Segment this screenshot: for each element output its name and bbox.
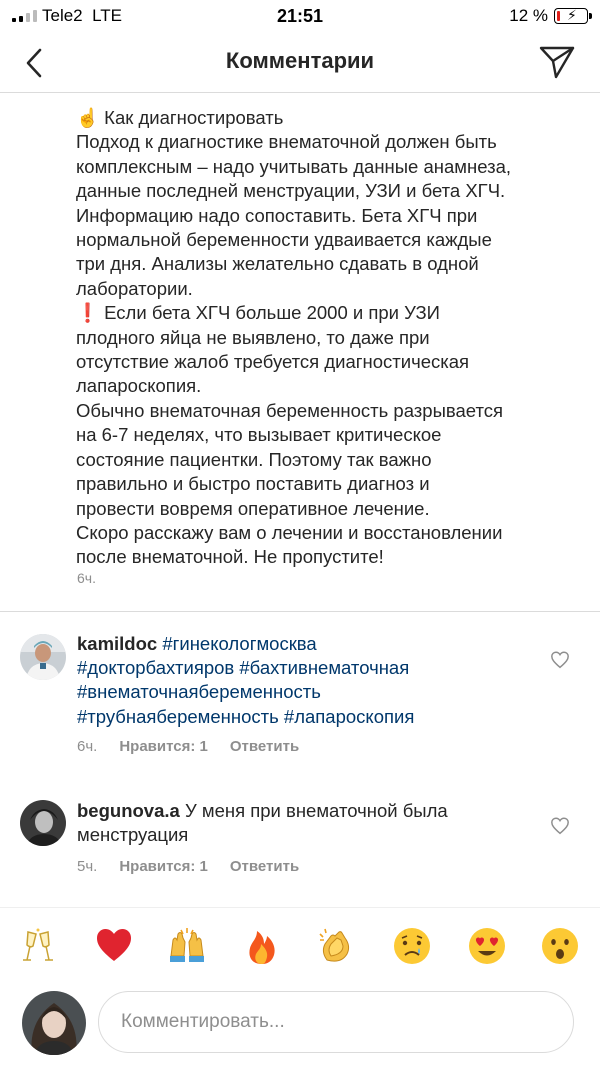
likes-count[interactable]: Нравится: 1 bbox=[119, 738, 208, 755]
user-avatar-image bbox=[20, 800, 66, 846]
current-user-avatar-image bbox=[22, 991, 86, 1055]
like-heart-icon[interactable] bbox=[550, 817, 570, 835]
page-title: Комментарии bbox=[225, 48, 375, 73]
fire-icon[interactable] bbox=[242, 926, 282, 966]
caption-line: на 6-7 неделях, что вызывает критическое bbox=[76, 424, 442, 446]
caption-line: нормальной беременности удваивается кажд… bbox=[76, 229, 492, 251]
comment-input[interactable] bbox=[119, 992, 563, 1052]
hashtag-link[interactable]: #бахтивнематочная bbox=[239, 657, 409, 678]
battery-icon: ⚡ bbox=[554, 7, 592, 24]
comment-meta: 5ч. Нравится: 1 Ответить bbox=[77, 858, 299, 875]
caption-line: Скоро расскажу вам о лечении и восстанов… bbox=[76, 521, 503, 543]
caption-line: после внематочной. Не пропустите! bbox=[76, 546, 384, 568]
avatar[interactable] bbox=[20, 634, 66, 680]
caption-line: провести вовремя оперативное лечение. bbox=[76, 497, 430, 519]
post-caption: ☝️ Как диагностировать Подход к диагност… bbox=[76, 106, 586, 570]
crying-face-icon[interactable] bbox=[392, 926, 432, 966]
current-user-avatar bbox=[22, 991, 86, 1055]
comment-username[interactable]: kamildoc bbox=[77, 633, 157, 654]
emoji-quick-bar bbox=[0, 907, 600, 986]
status-bar: Tele2 LTE 21:51 12 % ⚡ bbox=[0, 0, 600, 34]
caption-line: ❗ Если бета ХГЧ больше 2000 и при УЗИ bbox=[76, 302, 440, 324]
caption-line: правильно и быстро поставить диагноз и bbox=[76, 473, 430, 495]
clapping-hands-icon[interactable] bbox=[317, 926, 357, 966]
comment-body: У меня при внематочной была bbox=[184, 800, 448, 821]
comment-composer bbox=[98, 991, 574, 1053]
caption-line: Обычно внематочная беременность разрывае… bbox=[76, 399, 503, 421]
caption-line: лаборатории. bbox=[76, 277, 193, 299]
battery-percent: 12 % bbox=[509, 6, 548, 25]
caption-line: состояние пациентки. Поэтому так важно bbox=[76, 448, 432, 470]
surprised-face-icon[interactable] bbox=[540, 926, 580, 966]
caption-line: лапароскопия. bbox=[76, 375, 202, 397]
raising-hands-icon[interactable] bbox=[167, 926, 207, 966]
hashtag-link[interactable]: #докторбахтияров bbox=[77, 657, 234, 678]
caption-line: отсутствие жалоб требуется диагностическ… bbox=[76, 351, 470, 373]
hashtag-link[interactable]: #лапароскопия bbox=[284, 706, 414, 727]
heart-eyes-icon[interactable] bbox=[467, 926, 507, 966]
caption-line: комплексным – надо учитывать данные анам… bbox=[76, 155, 512, 177]
likes-count[interactable]: Нравится: 1 bbox=[119, 858, 208, 875]
comment-text: begunova.a У меня при внематочной была м… bbox=[77, 799, 448, 847]
caption-line: Подход к диагностике внематочной должен … bbox=[76, 131, 497, 153]
red-heart-icon[interactable] bbox=[94, 926, 134, 966]
comment-timestamp: 5ч. bbox=[77, 858, 98, 875]
reply-button[interactable]: Ответить bbox=[230, 858, 299, 875]
hashtag-link[interactable]: #трубнаябеременность bbox=[77, 706, 279, 727]
battery-fill bbox=[557, 11, 560, 21]
doctor-avatar-image bbox=[20, 634, 66, 680]
caption-line: ☝️ Как диагностировать bbox=[76, 107, 284, 128]
avatar[interactable] bbox=[20, 800, 66, 846]
comment-text: kamildoc #гинекологмосква #докторбахтияр… bbox=[77, 632, 414, 729]
like-heart-icon[interactable] bbox=[550, 651, 570, 669]
share-button[interactable] bbox=[538, 44, 576, 80]
comment-body: менструация bbox=[77, 824, 189, 846]
divider bbox=[0, 611, 600, 612]
caption-line: данные последней менструации, УЗИ и бета… bbox=[76, 180, 506, 202]
charging-bolt-icon: ⚡ bbox=[567, 7, 577, 23]
hashtag-link[interactable]: #внематочнаябеременность bbox=[77, 681, 321, 702]
caption-line: плодного яйца не выявлено, то даже при bbox=[76, 326, 430, 348]
hashtag-link[interactable]: #гинекологмосква bbox=[162, 633, 316, 654]
comment-username[interactable]: begunova.a bbox=[77, 800, 180, 821]
reply-button[interactable]: Ответить bbox=[230, 738, 299, 755]
post-timestamp: 6ч. bbox=[77, 570, 96, 586]
comment-meta: 6ч. Нравится: 1 Ответить bbox=[77, 738, 299, 755]
paper-plane-icon bbox=[539, 46, 575, 79]
nav-header: Комментарии bbox=[0, 34, 600, 93]
comment-timestamp: 6ч. bbox=[77, 738, 98, 755]
caption-line: Информацию надо сопоставить. Бета ХГЧ пр… bbox=[76, 204, 478, 226]
clinking-glasses-icon[interactable] bbox=[18, 926, 58, 966]
caption-line: три дня. Анализы желательно сдавать в од… bbox=[76, 253, 479, 275]
